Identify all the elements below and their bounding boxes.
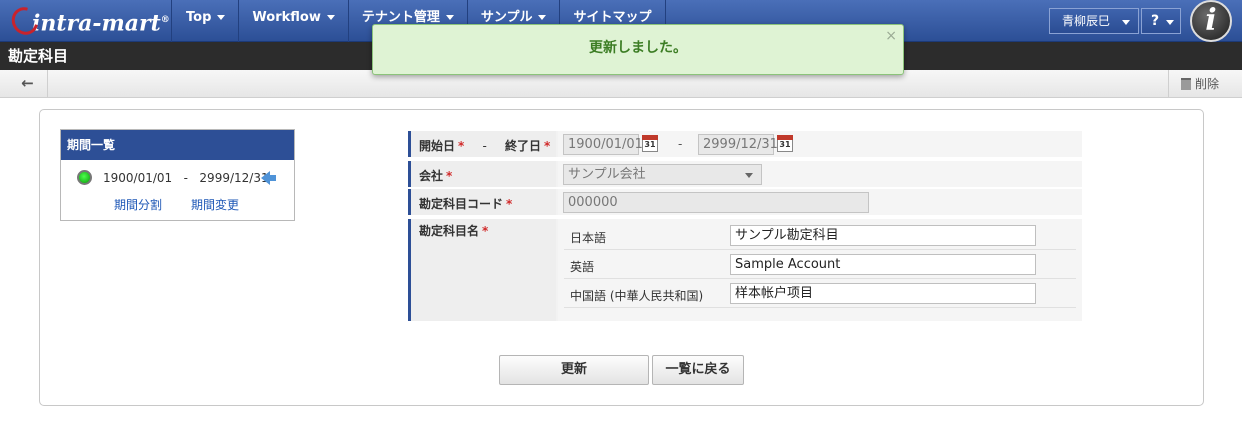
- date-separator: -: [678, 137, 683, 151]
- form-row-dates: 開始日 * - 終了日 * 1900/01/01 31 - 2999/12/31 3…: [408, 131, 1082, 159]
- arrow-left-icon[interactable]: [261, 171, 276, 185]
- nav-top[interactable]: Top: [173, 0, 240, 42]
- form-row-company: 会社 * サンプル会社: [408, 161, 1082, 189]
- date-range-label: 開始日 * - 終了日 *: [408, 131, 556, 157]
- help-menu-button[interactable]: ?: [1141, 8, 1181, 34]
- form-row-account-name: 勘定科目名 * 日本語 サンプル勘定科目 英語 Sample Account 中国…: [408, 219, 1082, 323]
- period-list-title: 期間一覧: [61, 130, 294, 160]
- lang-label-ja: 日本語: [570, 231, 607, 245]
- chevron-down-icon: [217, 15, 226, 20]
- nav-sitemap-label: サイトマップ: [573, 10, 652, 25]
- delete-label: 削除: [1195, 77, 1220, 91]
- help-label: ?: [1151, 13, 1160, 29]
- user-menu-button[interactable]: 青柳辰巳: [1049, 8, 1139, 34]
- lang-label-en: 英語: [570, 260, 595, 274]
- chevron-down-icon: [445, 15, 454, 20]
- account-name-row-ja: 日本語 サンプル勘定科目: [564, 222, 1076, 250]
- period-range: 1900/01/01 - 2999/12/31: [103, 171, 269, 185]
- company-label: 会社 *: [408, 161, 556, 187]
- account-name-input-zh[interactable]: 样本帐户项目: [730, 283, 1036, 304]
- period-range-separator: -: [183, 171, 188, 185]
- chevron-down-icon: [745, 173, 753, 178]
- account-name-input-ja[interactable]: サンプル勘定科目: [730, 225, 1036, 246]
- company-label-text: 会社: [419, 169, 444, 183]
- start-date-input[interactable]: 1900/01/01: [563, 134, 643, 155]
- account-name-input-en[interactable]: Sample Account: [730, 254, 1036, 275]
- nav-sample-label: サンプル: [480, 10, 533, 25]
- success-toast: 更新しました。 ×: [372, 24, 904, 75]
- account-name-label-text: 勘定科目名: [419, 224, 480, 238]
- account-name-values: 日本語 サンプル勘定科目 英語 Sample Account 中国語 (中華人民…: [558, 219, 1082, 321]
- required-mark: *: [446, 169, 453, 183]
- required-mark: *: [458, 139, 465, 153]
- company-value: サンプル会社: [558, 161, 1082, 187]
- nav-workflow[interactable]: Workflow: [239, 0, 349, 42]
- page-title: 勘定科目: [8, 47, 69, 65]
- intra-mart-logo[interactable]: intra-mart®: [0, 0, 172, 42]
- close-icon[interactable]: ×: [885, 13, 897, 60]
- date-range-value: 1900/01/01 31 - 2999/12/31 31: [558, 131, 1082, 157]
- nav-tenant-admin-label: テナント管理: [361, 10, 440, 25]
- account-code-value: 000000: [558, 189, 1082, 215]
- period-list-item[interactable]: 1900/01/01 - 2999/12/31: [77, 170, 287, 186]
- chevron-down-icon: [1166, 20, 1174, 25]
- logo-registered-mark: ®: [160, 15, 170, 25]
- back-to-list-button[interactable]: 一覧に戻る: [652, 355, 744, 385]
- calendar-icon[interactable]: 31: [777, 135, 793, 152]
- period-range-start: 1900/01/01: [103, 171, 173, 185]
- form-row-code: 勘定科目コード * 000000: [408, 189, 1082, 217]
- chevron-down-icon: [538, 15, 547, 20]
- arrow-left-icon: ←: [21, 74, 34, 92]
- info-badge-letter: i: [1205, 3, 1217, 38]
- lang-label-zh: 中国語 (中華人民共和国): [570, 289, 704, 303]
- period-range-end: 2999/12/31: [199, 171, 269, 185]
- user-name: 青柳辰巳: [1062, 14, 1111, 28]
- trash-icon: [1181, 78, 1191, 90]
- account-code-label-text: 勘定科目コード: [419, 197, 504, 211]
- info-icon[interactable]: i: [1190, 0, 1232, 42]
- account-code-label: 勘定科目コード *: [408, 189, 556, 215]
- chevron-down-icon: [1122, 20, 1130, 25]
- status-active-icon: [77, 170, 92, 185]
- required-mark: *: [482, 224, 489, 238]
- toast-message: 更新しました。: [589, 40, 687, 56]
- delete-button[interactable]: 削除: [1168, 70, 1234, 98]
- period-change-link[interactable]: 期間変更: [191, 196, 239, 213]
- end-date-label: 終了日: [505, 139, 542, 153]
- update-button[interactable]: 更新: [499, 355, 649, 385]
- chevron-down-icon: [326, 15, 335, 20]
- company-select[interactable]: サンプル会社: [563, 164, 762, 185]
- account-name-row-en: 英語 Sample Account: [564, 251, 1076, 279]
- label-separator: -: [482, 139, 487, 153]
- required-mark: *: [506, 197, 513, 211]
- nav-top-label: Top: [186, 10, 212, 25]
- account-name-row-zh: 中国語 (中華人民共和国) 样本帐户项目: [564, 280, 1076, 308]
- period-list-box: 期間一覧 1900/01/01 - 2999/12/31 期間分割 期間変更: [60, 129, 295, 221]
- account-name-label: 勘定科目名 *: [408, 219, 556, 321]
- company-select-value: サンプル会社: [568, 167, 646, 182]
- nav-workflow-label: Workflow: [252, 10, 321, 25]
- required-mark: *: [544, 139, 551, 153]
- logo-text: intra-mart: [32, 10, 161, 37]
- period-split-link[interactable]: 期間分割: [114, 196, 162, 213]
- end-date-input[interactable]: 2999/12/31: [698, 134, 778, 155]
- start-date-label: 開始日: [419, 139, 456, 153]
- account-code-input: 000000: [563, 192, 869, 213]
- calendar-icon[interactable]: 31: [642, 135, 658, 152]
- back-button[interactable]: ←: [8, 70, 48, 98]
